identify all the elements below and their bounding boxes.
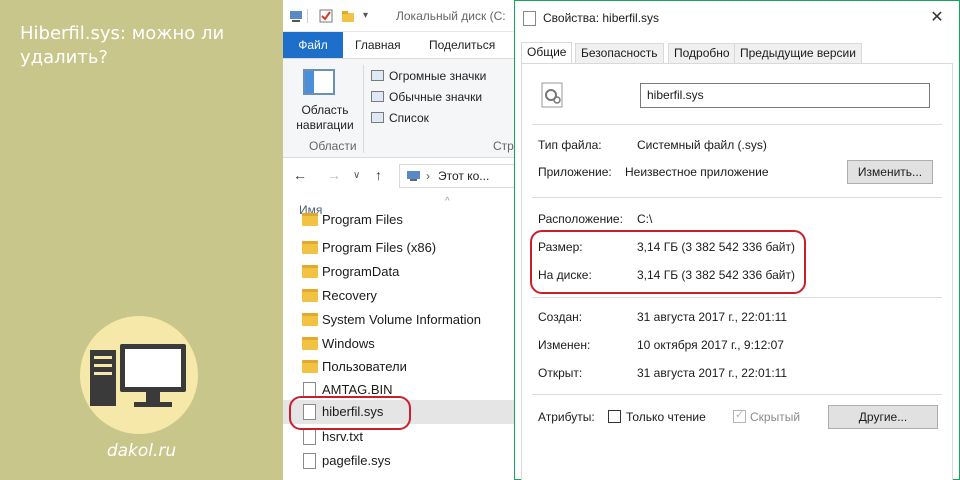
app-value: Неизвестное приложение: [625, 165, 769, 179]
computer-logo-icon: [80, 316, 198, 434]
pc-icon: [406, 170, 420, 182]
folder-icon: [302, 213, 318, 226]
screenshot: Hiberfil.sys: можно ли удалить? dakol.ru: [0, 0, 960, 480]
modified-value: 10 октября 2017 г., 9:12:07: [637, 338, 784, 352]
address-field[interactable]: › Этот ко...: [399, 164, 518, 188]
change-button[interactable]: Изменить...: [847, 160, 933, 184]
list-item[interactable]: Recovery: [283, 284, 518, 308]
dialog-tabs: Общие Безопасность Подробно Предыдущие в…: [521, 42, 951, 64]
created-label: Создан:: [538, 310, 583, 324]
tab-security[interactable]: Безопасность: [575, 43, 664, 64]
file-icon: [523, 11, 536, 26]
opened-value: 31 августа 2017 г., 22:01:11: [637, 366, 788, 380]
address-bar: ← → ∨ ↑ › Этот ко...: [283, 158, 518, 192]
list-item[interactable]: Windows: [283, 332, 518, 356]
chevron-down-icon[interactable]: ▾: [363, 9, 377, 23]
navigation-pane-icon[interactable]: [303, 69, 335, 95]
file-name-input[interactable]: hiberfil.sys: [640, 83, 930, 108]
file-type-label: Тип файла:: [538, 138, 602, 152]
article-banner: Hiberfil.sys: можно ли удалить? dakol.ru: [0, 0, 283, 480]
properties-check-icon[interactable]: [319, 9, 333, 23]
ribbon-tabs: Файл Главная Поделиться: [283, 32, 518, 58]
tab-previous-versions[interactable]: Предыдущие версии: [734, 43, 862, 64]
navigation-pane-button[interactable]: Область навигации: [295, 103, 355, 133]
list-item[interactable]: ProgramData: [283, 260, 518, 284]
dialog-titlebar: Свойства: hiberfil.sys ✕: [515, 1, 959, 35]
view-list[interactable]: Список: [371, 111, 429, 125]
close-icon[interactable]: ✕: [925, 7, 949, 29]
tab-home[interactable]: Главная: [355, 32, 401, 58]
list-icon: [371, 112, 384, 123]
list-item[interactable]: Program Files (x86): [283, 236, 518, 260]
site-name: dakol.ru: [106, 441, 177, 461]
list-item[interactable]: Program Files: [283, 208, 518, 232]
view-extra-large-icons[interactable]: Огромные значки: [371, 69, 486, 83]
ribbon: Область навигации Огромные значки Обычны…: [283, 58, 520, 158]
hidden-checkbox[interactable]: [733, 408, 746, 423]
system-file-icon: [303, 453, 316, 469]
folder-icon: [302, 241, 318, 254]
tab-share[interactable]: Поделиться: [429, 32, 495, 58]
location-label: Расположение:: [538, 212, 623, 226]
opened-label: Открыт:: [538, 366, 583, 380]
window-title: Локальный диск (С:: [396, 9, 506, 23]
breadcrumb-chevron-icon: ›: [426, 169, 430, 183]
recent-chevron-icon[interactable]: ∨: [353, 170, 360, 181]
file-type-value: Системный файл (.sys): [637, 138, 767, 152]
folder-icon: [302, 313, 318, 326]
medium-icons-icon: [371, 91, 384, 102]
general-tab-panel: hiberfil.sys Тип файла: Системный файл (…: [521, 63, 953, 480]
folder-icon: [302, 360, 318, 373]
new-folder-icon[interactable]: [341, 9, 355, 23]
attributes-label: Атрибуты:: [538, 410, 595, 424]
quick-access-toolbar: ▾ Локальный диск (С:: [283, 0, 518, 32]
computer-icon[interactable]: [289, 9, 303, 23]
article-title: Hiberfil.sys: можно ли удалить?: [20, 23, 225, 68]
hidden-label: Скрытый: [750, 410, 801, 424]
gear-file-icon: [540, 82, 566, 108]
file-explorer-window: ▾ Локальный диск (С: Файл Главная Подели…: [283, 0, 520, 480]
large-icons-icon: [371, 70, 384, 81]
properties-dialog: Свойства: hiberfil.sys ✕ Общие Безопасно…: [514, 0, 960, 480]
tab-details[interactable]: Подробно: [668, 43, 736, 64]
readonly-label: Только чтение: [626, 410, 706, 424]
app-label: Приложение:: [538, 165, 612, 179]
location-value: C:\: [637, 212, 653, 226]
list-item[interactable]: pagefile.sys: [283, 449, 518, 473]
tab-general[interactable]: Общие: [521, 42, 573, 64]
readonly-checkbox[interactable]: [608, 410, 621, 423]
dialog-title: Свойства: hiberfil.sys: [543, 11, 660, 25]
up-arrow-icon[interactable]: ↑: [375, 167, 382, 183]
forward-arrow-icon[interactable]: →: [327, 167, 341, 183]
folder-icon: [302, 265, 318, 278]
modified-label: Изменен:: [538, 338, 591, 352]
list-item[interactable]: Пользователи: [283, 355, 518, 379]
section-panes-label: Области: [309, 139, 357, 153]
highlight-size: [530, 230, 806, 294]
back-arrow-icon[interactable]: ←: [293, 167, 307, 183]
text-file-icon: [303, 429, 316, 445]
created-value: 31 августа 2017 г., 22:01:11: [637, 310, 788, 324]
highlight-hiberfil: [289, 396, 411, 430]
address-text: Этот ко...: [438, 169, 490, 183]
list-item[interactable]: System Volume Information: [283, 308, 518, 332]
sort-chevron-up-icon: ^: [445, 196, 450, 207]
other-attributes-button[interactable]: Другие...: [828, 405, 938, 429]
view-medium-icons[interactable]: Обычные значки: [371, 90, 482, 104]
folder-icon: [302, 289, 318, 302]
folder-icon: [302, 337, 318, 350]
tab-file[interactable]: Файл: [283, 32, 343, 58]
